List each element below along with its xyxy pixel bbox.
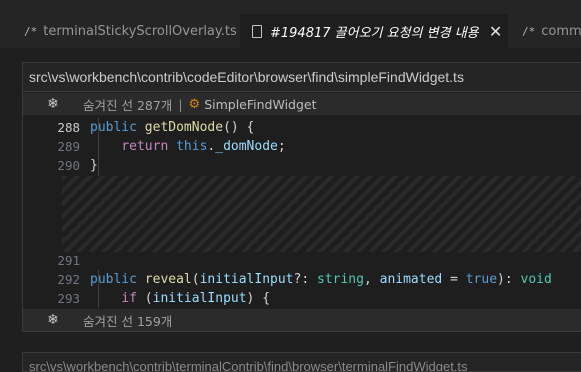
line-content: public reveal(initialInput?: string, ani… <box>90 272 552 287</box>
file-icon <box>252 24 262 38</box>
line-number: 288 <box>57 120 80 135</box>
tab-command[interactable]: /* comma <box>508 14 581 48</box>
unfold-icon[interactable]: ❄ <box>23 96 83 112</box>
code-line: 289 return this._domNode; <box>23 137 581 156</box>
line-number: 291 <box>57 253 80 268</box>
comment-file-icon: /* <box>24 24 38 38</box>
code-line: 292 public reveal(initialInput?: string,… <box>23 270 581 289</box>
line-content: public getDomNode() { <box>90 120 255 135</box>
line-content: return this._domNode; <box>121 139 286 154</box>
line-number: 290 <box>57 158 80 173</box>
code-line: 288 public getDomNode() { <box>23 118 581 137</box>
code-line: 291 <box>23 251 581 270</box>
symbol-name[interactable]: SimpleFindWidget <box>204 97 316 112</box>
file-path: src\vs\workbench\contrib\codeEditor\brow… <box>29 69 464 85</box>
line-number: 292 <box>57 272 80 287</box>
line-content: if (initialInput) { <box>121 291 271 306</box>
line-content: } <box>90 158 98 173</box>
tab-label: terminalStickyScrollOverlay.ts <box>43 23 237 39</box>
file-path-header[interactable]: src\vs\workbench\contrib\codeEditor\brow… <box>22 62 581 92</box>
separator: | <box>178 96 183 112</box>
next-file-header[interactable]: src\vs\workbench\contrib\terminalContrib… <box>22 352 581 372</box>
hidden-lines-bar-top[interactable]: ❄ 숨겨진 선 287개 | ⚙ SimpleFindWidget <box>23 93 581 115</box>
hidden-lines-bar-bottom[interactable]: ❄ 숨겨진 선 159개 <box>23 309 581 331</box>
tab-terminal-sticky-scroll[interactable]: /* terminalStickyScrollOverlay.ts <box>0 14 238 48</box>
line-number: 289 <box>57 139 80 154</box>
tab-bar: /* terminalStickyScrollOverlay.ts #19481… <box>0 0 581 48</box>
unfold-icon[interactable]: ❄ <box>23 312 83 328</box>
code-line: 293 if (initialInput) { <box>23 289 581 308</box>
code-line: 290 } <box>23 156 581 175</box>
comment-file-icon: /* <box>522 24 536 38</box>
diff-placeholder-region <box>62 176 581 252</box>
close-icon[interactable]: ✕ <box>489 22 503 41</box>
tab-pull-request-changes[interactable]: #194817 끌어오기 요청의 변경 내용 ✕ <box>240 14 508 48</box>
tab-label: comma <box>541 23 581 39</box>
hidden-lines-count: 숨겨진 선 159개 <box>83 313 173 329</box>
file-path: src\vs\workbench\contrib\terminalContrib… <box>29 359 468 372</box>
tab-label: #194817 끌어오기 요청의 변경 내용 <box>270 25 479 41</box>
line-number: 293 <box>57 291 80 306</box>
class-symbol-icon: ⚙ <box>188 96 201 112</box>
hidden-lines-count: 숨겨진 선 287개 <box>83 97 173 113</box>
